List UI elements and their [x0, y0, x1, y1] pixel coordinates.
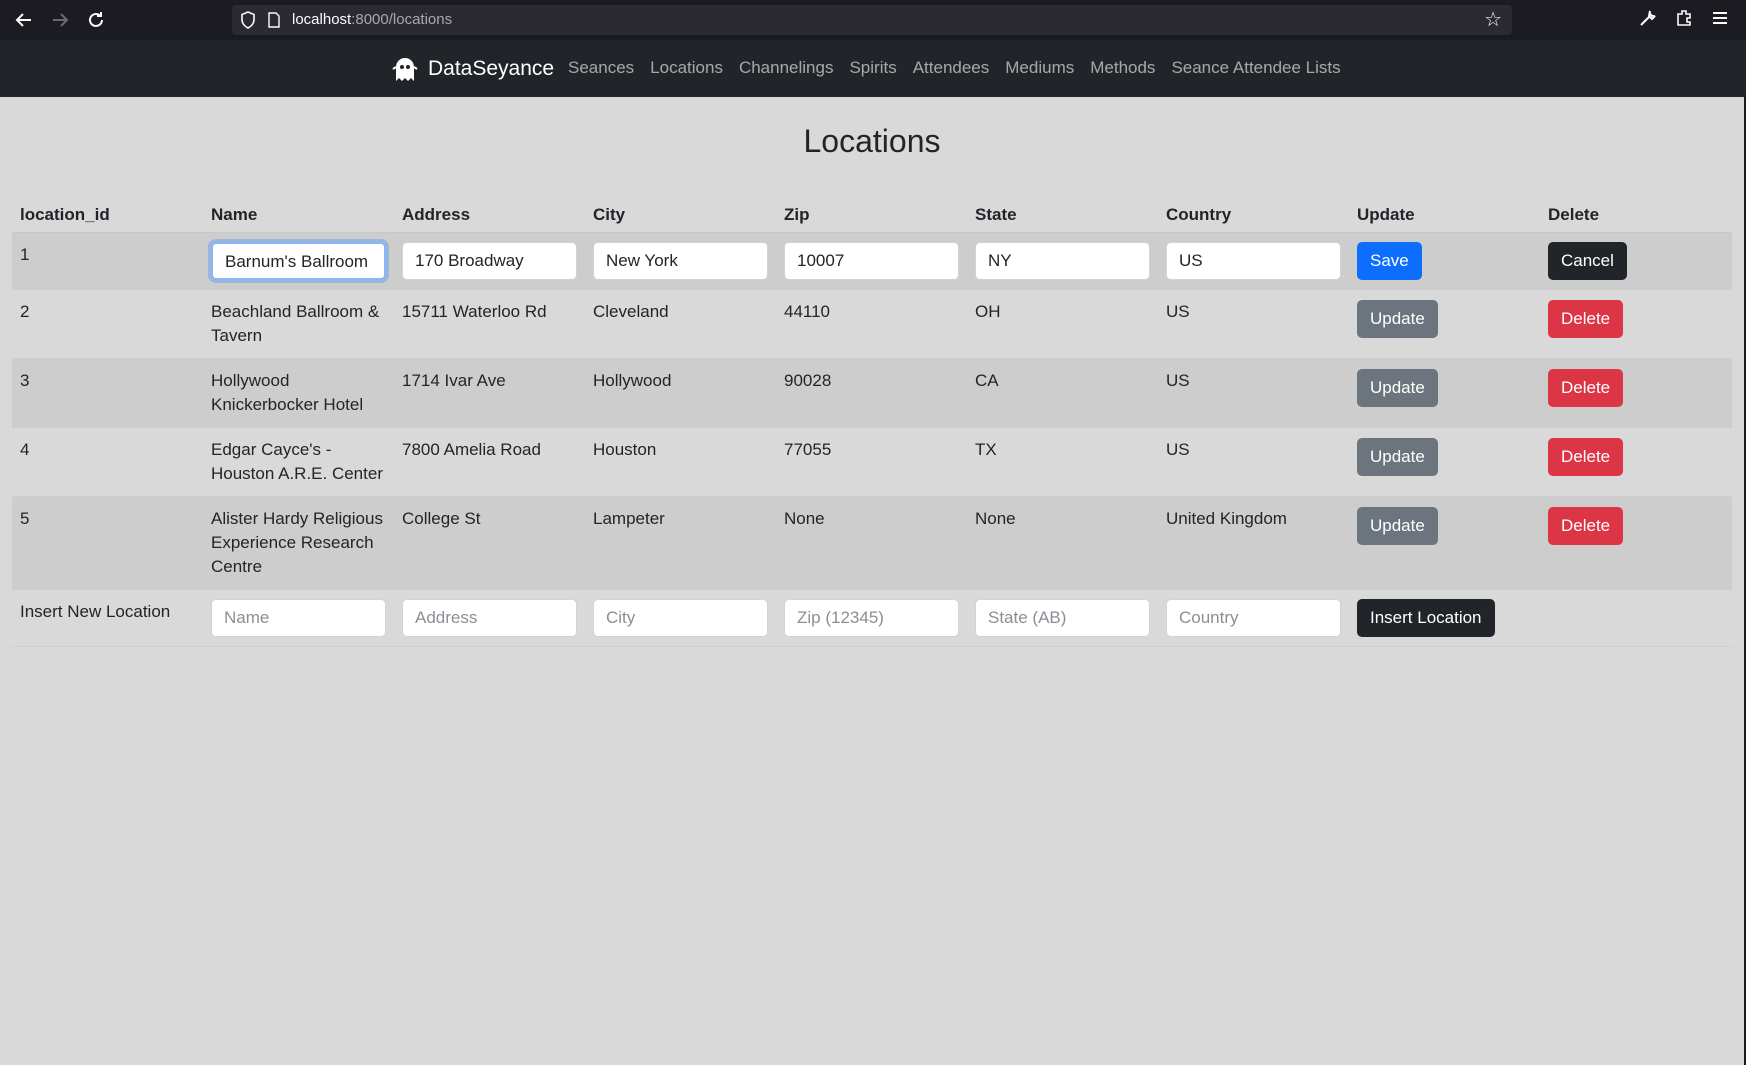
app-navbar: DataSeyance Seances Locations Channeling… — [0, 40, 1746, 98]
nav-links: Seances Locations Channelings Spirits At… — [568, 58, 1357, 78]
edit-country-input[interactable]: US — [1166, 242, 1341, 280]
cell-country: US — [1166, 440, 1190, 459]
cell-city: Hollywood — [593, 371, 672, 390]
cell-country: US — [1166, 371, 1190, 390]
locations-table: location_id Name Address City Zip State … — [12, 198, 1732, 647]
cell-address: College St — [402, 509, 481, 528]
table-header-row: location_id Name Address City Zip State … — [12, 198, 1732, 233]
brand[interactable]: DataSeyance — [390, 55, 554, 83]
header-delete: Delete — [1540, 198, 1732, 233]
brand-name: DataSeyance — [428, 57, 555, 80]
edit-address-input[interactable]: 170 Broadway — [402, 242, 577, 280]
delete-button[interactable]: Delete — [1548, 300, 1624, 338]
wrench-icon[interactable] — [1636, 8, 1660, 32]
table-row: 2 Beachland Ballroom & Tavern 15711 Wate… — [12, 289, 1732, 359]
edit-city-input[interactable]: New York — [593, 242, 768, 280]
nav-link-mediums[interactable]: Mediums — [1005, 58, 1074, 78]
cell-city: Cleveland — [593, 302, 669, 321]
cell-location-id: 2 — [20, 302, 30, 321]
edit-state-input[interactable]: NY — [975, 242, 1150, 280]
cell-zip: 90028 — [784, 371, 832, 390]
delete-button[interactable]: Delete — [1548, 438, 1624, 476]
reload-icon[interactable] — [84, 8, 108, 32]
extensions-icon[interactable] — [1672, 8, 1696, 32]
cell-country: US — [1166, 302, 1190, 321]
header-name: Name — [203, 198, 394, 233]
update-button[interactable]: Update — [1357, 438, 1438, 476]
update-button[interactable]: Update — [1357, 300, 1438, 338]
cell-zip: None — [784, 509, 825, 528]
page-icon — [268, 12, 280, 28]
url-path: :8000/locations — [351, 11, 453, 28]
cell-state: None — [975, 509, 1016, 528]
insert-zip-input[interactable]: Zip (12345) — [784, 599, 959, 637]
menu-icon[interactable] — [1708, 8, 1732, 32]
header-state: State — [967, 198, 1158, 233]
table-row-editing: 1 Barnum's Ballroom 170 Broadway New Yor… — [12, 232, 1732, 290]
header-address: Address — [394, 198, 585, 233]
cell-state: OH — [975, 302, 1001, 321]
cell-zip: 77055 — [784, 440, 832, 459]
header-location-id: location_id — [12, 198, 203, 233]
page-title: Locations — [803, 123, 941, 159]
header-city: City — [585, 198, 776, 233]
nav-link-attendees[interactable]: Attendees — [913, 58, 990, 78]
update-button[interactable]: Update — [1357, 369, 1438, 407]
url-bar[interactable]: localhost:8000/locations ☆ — [232, 5, 1512, 35]
table-row: 4 Edgar Cayce's - Houston A.R.E. Center … — [12, 427, 1732, 497]
cell-address: 7800 Amelia Road — [402, 440, 541, 459]
url-text[interactable]: localhost:8000/locations — [292, 11, 452, 28]
browser-toolbar: localhost:8000/locations ☆ — [0, 0, 1746, 40]
ghost-logo-icon — [392, 58, 418, 81]
nav-link-methods[interactable]: Methods — [1090, 58, 1155, 78]
forward-arrow-icon[interactable] — [48, 8, 72, 32]
cell-name: Hollywood Knickerbocker Hotel — [211, 371, 364, 414]
url-host: localhost — [292, 11, 352, 28]
cell-city: Lampeter — [593, 509, 665, 528]
insert-name-input[interactable]: Name — [211, 599, 386, 637]
cell-name: Alister Hardy Religious Experience Resea… — [211, 509, 383, 576]
main-content: Locations location_id Name Address City … — [0, 97, 1746, 1065]
nav-link-locations[interactable]: Locations — [650, 58, 723, 78]
nav-link-spirits[interactable]: Spirits — [849, 58, 896, 78]
cell-state: TX — [975, 440, 997, 459]
table-row: 3 Hollywood Knickerbocker Hotel 1714 Iva… — [12, 358, 1732, 428]
bookmark-star-icon[interactable]: ☆ — [1484, 9, 1502, 31]
cell-location-id: 3 — [20, 371, 30, 390]
cell-address: 1714 Ivar Ave — [402, 371, 506, 390]
cancel-button[interactable]: Cancel — [1548, 242, 1627, 280]
table-row: 5 Alister Hardy Religious Experience Res… — [12, 496, 1732, 590]
insert-city-input[interactable]: City — [593, 599, 768, 637]
cell-zip: 44110 — [784, 302, 831, 321]
header-update: Update — [1349, 198, 1540, 233]
cell-city: Houston — [593, 440, 657, 459]
header-country: Country — [1158, 198, 1349, 233]
cell-country: United Kingdom — [1166, 509, 1287, 528]
cell-location-id: 1 — [20, 245, 30, 264]
edit-zip-input[interactable]: 10007 — [784, 242, 959, 280]
back-arrow-icon[interactable] — [12, 8, 36, 32]
cell-location-id: 5 — [20, 509, 30, 528]
cell-name: Edgar Cayce's - Houston A.R.E. Center — [211, 440, 383, 483]
cell-location-id: 4 — [20, 440, 30, 459]
header-zip: Zip — [776, 198, 967, 233]
insert-row: Insert New Location Name Address City Zi… — [12, 589, 1732, 647]
cell-state: CA — [975, 371, 999, 390]
nav-link-seances[interactable]: Seances — [568, 58, 634, 78]
insert-row-label: Insert New Location — [20, 602, 171, 621]
insert-country-input[interactable]: Country — [1166, 599, 1341, 637]
update-button[interactable]: Update — [1357, 507, 1438, 545]
delete-button[interactable]: Delete — [1548, 369, 1624, 407]
cell-name: Beachland Ballroom & Tavern — [211, 302, 380, 345]
delete-button[interactable]: Delete — [1548, 507, 1624, 545]
insert-location-button[interactable]: Insert Location — [1357, 599, 1495, 637]
edit-name-input[interactable]: Barnum's Ballroom — [211, 242, 386, 280]
cell-address: 15711 Waterloo Rd — [402, 302, 547, 321]
save-button[interactable]: Save — [1357, 242, 1422, 280]
insert-address-input[interactable]: Address — [402, 599, 577, 637]
shield-icon[interactable] — [240, 11, 256, 29]
nav-link-seance-attendee-lists[interactable]: Seance Attendee Lists — [1171, 58, 1340, 78]
nav-link-channelings[interactable]: Channelings — [739, 58, 834, 78]
insert-state-input[interactable]: State (AB) — [975, 599, 1150, 637]
